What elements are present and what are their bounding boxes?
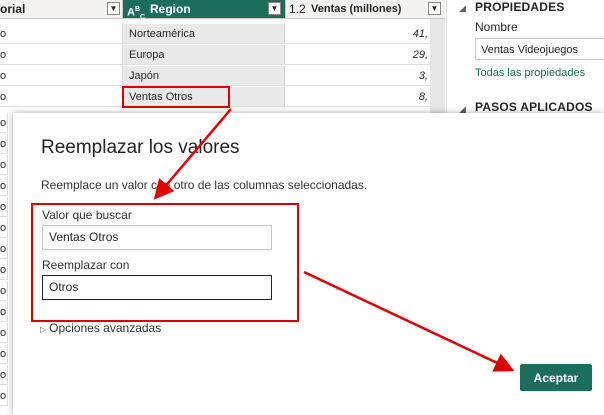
- column-header-col1[interactable]: orial ▼: [0, 0, 123, 19]
- table-cell[interactable]: o: [0, 323, 8, 343]
- table-cell-ventas[interactable]: 41,: [285, 24, 430, 44]
- table-cell[interactable]: o: [0, 281, 8, 301]
- table-cell[interactable]: o: [0, 87, 123, 107]
- table-cell-region[interactable]: Norteamérica: [123, 24, 285, 44]
- query-name-input[interactable]: Ventas Videojuegos: [475, 38, 604, 60]
- table-cell[interactable]: o: [0, 344, 8, 364]
- dialog-description: Reemplace un valor con otro de las colum…: [41, 178, 368, 192]
- table-cell[interactable]: o: [0, 176, 8, 196]
- column-header-ventas[interactable]: 1.2 Ventas (millones) ▼: [285, 0, 445, 19]
- applied-steps-heading: PASOS APLICADOS: [475, 100, 593, 114]
- filter-dropdown-icon[interactable]: ▼: [428, 2, 441, 15]
- table-cell[interactable]: o: [0, 66, 123, 86]
- table-cell[interactable]: o: [0, 113, 8, 133]
- column-header-ventas-label: Ventas (millones): [311, 3, 402, 15]
- annotation-highlight-fields: [31, 203, 299, 322]
- table-cell[interactable]: o: [0, 24, 123, 44]
- expand-triangle-icon: ▷: [40, 325, 47, 334]
- table-cell[interactable]: o: [0, 365, 8, 385]
- text-type-icon: ABC: [127, 6, 146, 21]
- filter-dropdown-icon[interactable]: ▼: [268, 2, 281, 15]
- column-header-region-label: Region: [150, 2, 191, 16]
- table-cell[interactable]: o: [0, 134, 8, 154]
- decimal-type-icon: 1.2: [289, 2, 306, 16]
- table-cell[interactable]: o: [0, 386, 8, 406]
- collapse-caret-icon[interactable]: ◢: [459, 3, 466, 14]
- properties-heading: PROPIEDADES: [475, 0, 565, 14]
- vertical-scrollbar[interactable]: [430, 19, 445, 119]
- name-label: Nombre: [475, 20, 518, 34]
- dialog-title: Reemplazar los valores: [41, 137, 240, 158]
- annotation-highlight-cell: [122, 86, 230, 108]
- filter-dropdown-icon[interactable]: ▼: [107, 2, 120, 15]
- column-header-region[interactable]: ABC Region ▼: [123, 0, 285, 21]
- all-properties-link[interactable]: Todas las propiedades: [475, 67, 585, 79]
- table-cell-region[interactable]: Japón: [123, 66, 285, 86]
- advanced-options-label: Opciones avanzadas: [49, 321, 162, 335]
- table-cell-region[interactable]: Europa: [123, 45, 285, 65]
- table-cell-ventas[interactable]: 3,: [285, 66, 430, 86]
- table-cell[interactable]: o: [0, 45, 123, 65]
- column-header-col1-label: orial: [0, 2, 26, 16]
- table-cell[interactable]: o: [0, 197, 8, 217]
- table-cell[interactable]: o: [0, 239, 8, 259]
- table-cell-ventas[interactable]: 8,: [285, 87, 430, 107]
- table-cell-ventas[interactable]: 29,: [285, 45, 430, 65]
- table-cell[interactable]: o: [0, 218, 8, 238]
- table-cell[interactable]: o: [0, 302, 8, 322]
- table-cell[interactable]: o: [0, 155, 8, 175]
- advanced-options-toggle[interactable]: ▷ Opciones avanzadas: [40, 321, 161, 335]
- accept-button[interactable]: Aceptar: [520, 364, 592, 391]
- table-cell[interactable]: o: [0, 260, 8, 280]
